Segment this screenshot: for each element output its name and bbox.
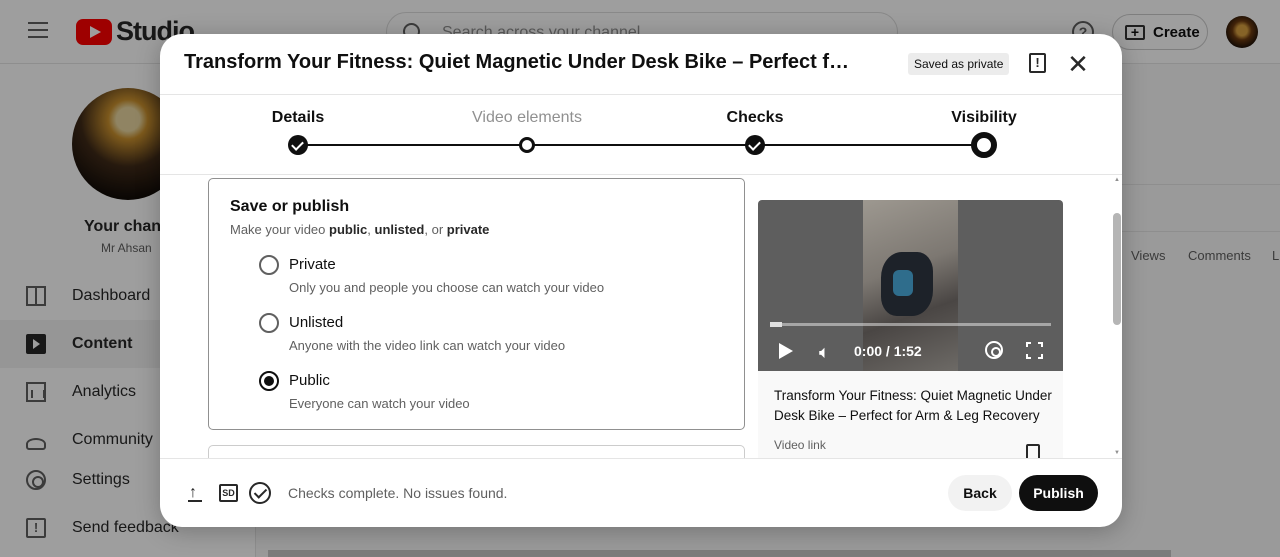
sd-quality-icon: SD bbox=[219, 484, 238, 502]
step-visibility-label[interactable]: Visibility bbox=[951, 109, 1017, 127]
step-details-check-icon[interactable] bbox=[288, 135, 308, 155]
scroll-down-icon[interactable]: ▼ bbox=[1114, 450, 1120, 456]
private-radio[interactable] bbox=[259, 255, 279, 275]
video-preview-card: 🔈︎ 0:00 / 1:52 Transform Your Fitness: Q… bbox=[758, 200, 1063, 458]
save-section-subtitle: Make your video public, unlisted, or pri… bbox=[230, 222, 490, 237]
unlisted-radio[interactable] bbox=[259, 313, 279, 333]
step-checks-check-icon[interactable] bbox=[745, 135, 765, 155]
visibility-option-public[interactable]: Public Everyone can watch your video bbox=[259, 370, 719, 420]
option-description: Only you and people you choose can watch… bbox=[289, 280, 605, 295]
option-description: Everyone can watch your video bbox=[289, 396, 470, 411]
checks-complete-icon bbox=[249, 482, 271, 504]
saved-status-badge: Saved as private bbox=[908, 53, 1010, 75]
video-time: 0:00 / 1:52 bbox=[854, 343, 922, 359]
checks-status-text: Checks complete. No issues found. bbox=[288, 485, 508, 501]
option-label: Unlisted bbox=[289, 314, 344, 331]
scroll-up-icon[interactable]: ▲ bbox=[1114, 177, 1120, 183]
fullscreen-icon[interactable] bbox=[1025, 341, 1044, 360]
step-video-elements-dot[interactable] bbox=[519, 137, 535, 153]
play-icon[interactable] bbox=[779, 343, 793, 359]
option-description: Anyone with the video link can watch you… bbox=[289, 338, 566, 353]
dialog-title: Transform Your Fitness: Quiet Magnetic U… bbox=[184, 51, 859, 73]
copy-icon[interactable] bbox=[1026, 444, 1040, 458]
stepper: Details Video elements Checks Visibility bbox=[160, 95, 1122, 175]
step-visibility-dot[interactable] bbox=[971, 132, 997, 158]
upload-dialog: Transform Your Fitness: Quiet Magnetic U… bbox=[160, 34, 1122, 527]
visibility-option-private[interactable]: Private Only you and people you choose c… bbox=[259, 254, 719, 304]
report-issue-icon[interactable]: ! bbox=[1029, 53, 1046, 73]
option-label: Public bbox=[289, 372, 330, 389]
footer-divider bbox=[160, 458, 1122, 459]
back-button[interactable]: Back bbox=[948, 475, 1012, 511]
stepper-line bbox=[298, 144, 984, 146]
save-or-publish-card: Save or publish Make your video public, … bbox=[208, 178, 745, 430]
vertical-scrollbar[interactable] bbox=[1113, 213, 1121, 325]
step-checks-label[interactable]: Checks bbox=[727, 109, 784, 127]
schedule-card[interactable] bbox=[208, 445, 745, 458]
volume-icon[interactable]: 🔈︎ bbox=[819, 342, 830, 363]
video-link-label: Video link bbox=[774, 438, 826, 452]
video-player[interactable]: 🔈︎ 0:00 / 1:52 bbox=[758, 200, 1063, 371]
video-progress-bar[interactable] bbox=[770, 322, 1051, 327]
step-details-label[interactable]: Details bbox=[272, 109, 324, 127]
save-section-title: Save or publish bbox=[230, 198, 350, 215]
settings-gear-icon[interactable] bbox=[985, 341, 1003, 359]
close-icon[interactable]: ✕ bbox=[1064, 50, 1092, 78]
dialog-body: Save or publish Make your video public, … bbox=[160, 175, 1122, 458]
preview-video-title: Transform Your Fitness: Quiet Magnetic U… bbox=[774, 388, 1052, 423]
option-label: Private bbox=[289, 256, 336, 273]
public-radio[interactable] bbox=[259, 371, 279, 391]
publish-button[interactable]: Publish bbox=[1019, 475, 1098, 511]
visibility-option-unlisted[interactable]: Unlisted Anyone with the video link can … bbox=[259, 312, 719, 362]
step-video-elements-label[interactable]: Video elements bbox=[472, 109, 582, 127]
